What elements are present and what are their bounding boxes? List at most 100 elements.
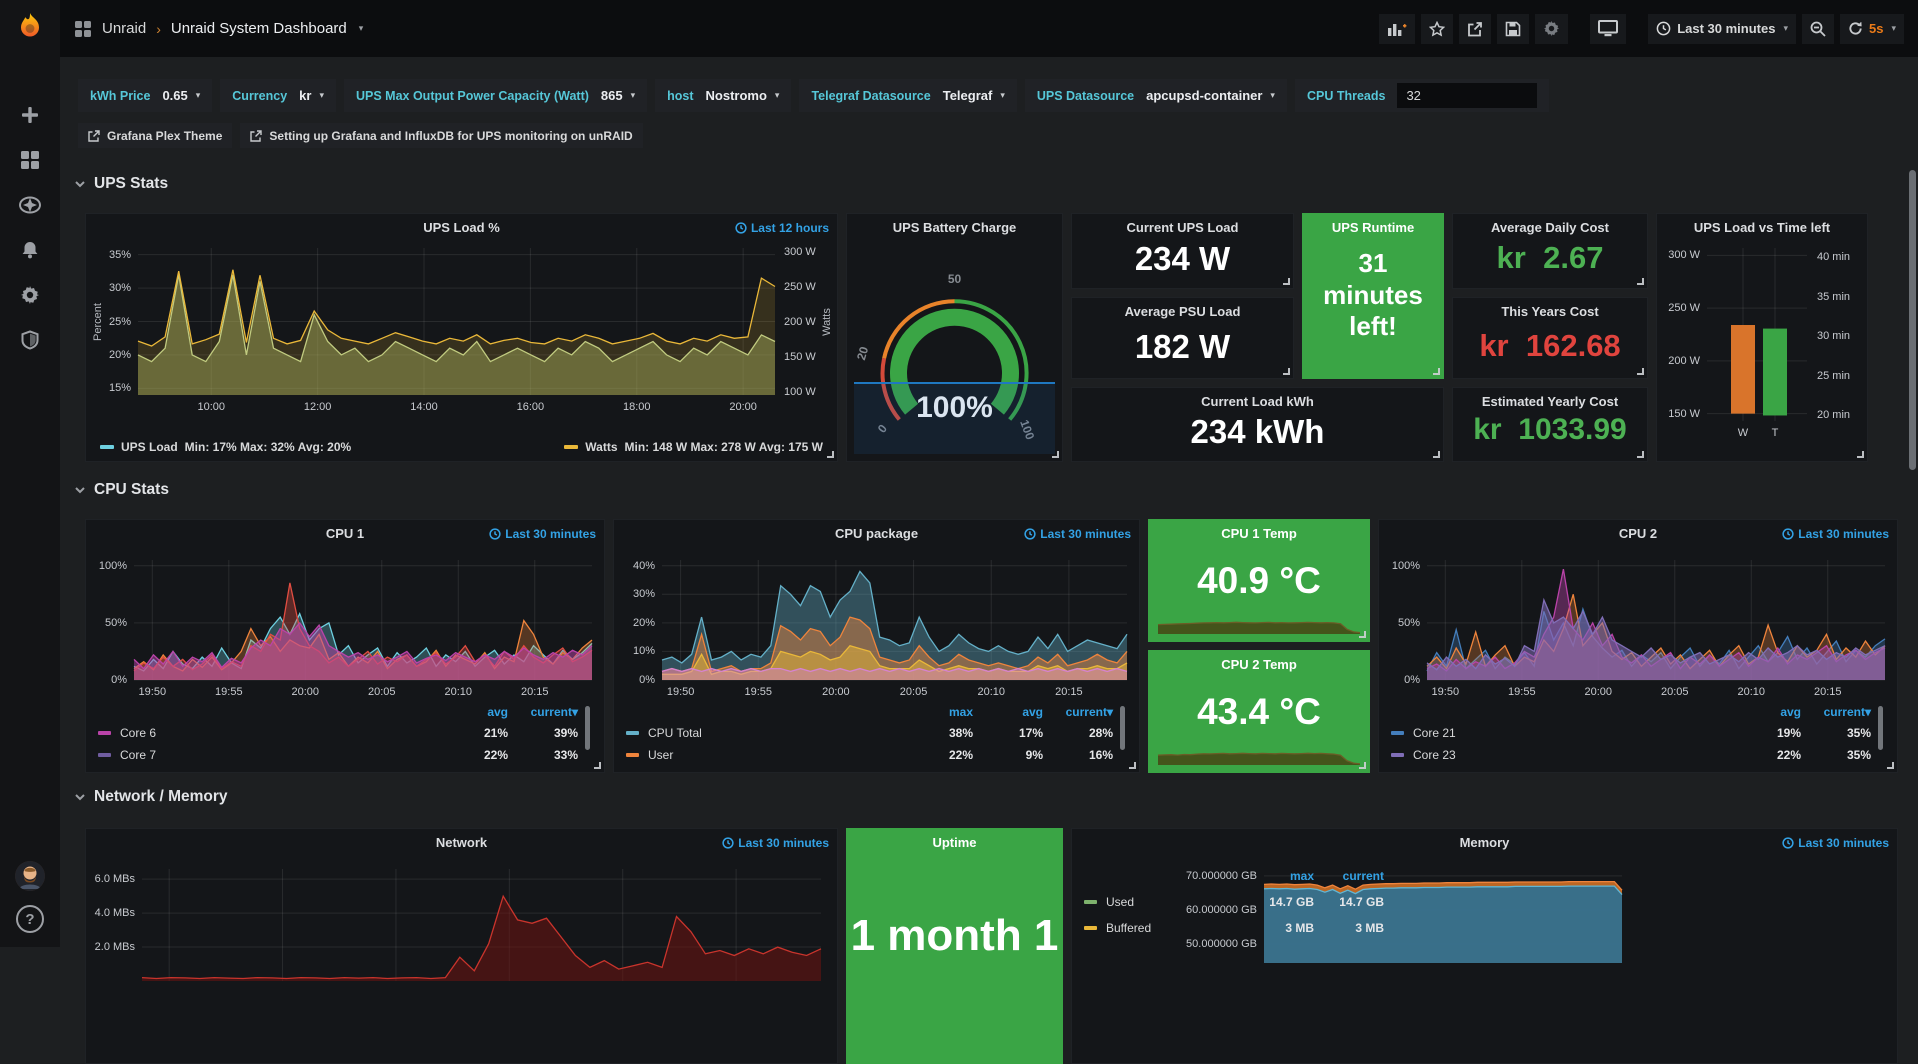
legend-sort-current[interactable]: current▾ bbox=[508, 705, 578, 719]
panel-resize-handle[interactable] bbox=[827, 451, 834, 458]
legend-row[interactable]: Buffered3 MB3 MB bbox=[1084, 915, 1384, 941]
add-panel-button[interactable] bbox=[1379, 14, 1415, 44]
panel-resize-handle[interactable] bbox=[594, 762, 601, 769]
panel-resize-handle[interactable] bbox=[1359, 762, 1366, 769]
variable-kwh-price[interactable]: kWh Price0.65▾ bbox=[78, 79, 212, 112]
legend-sort-max[interactable]: max bbox=[903, 705, 973, 719]
legend-row[interactable]: Used14.7 GB14.7 GB bbox=[1084, 889, 1384, 915]
legend-row[interactable]: User22%9%16% bbox=[626, 744, 1125, 766]
panel-time-range[interactable]: Last 30 minutes bbox=[1782, 527, 1889, 541]
grafana-logo-icon[interactable] bbox=[10, 8, 50, 48]
panel-time-range[interactable]: Last 30 minutes bbox=[722, 836, 829, 850]
panel-title[interactable]: Uptime bbox=[847, 835, 1062, 850]
time-range-picker[interactable]: Last 30 minutes ▾ bbox=[1648, 14, 1796, 44]
variable-cpu-threads[interactable]: CPU Threads32 bbox=[1295, 79, 1550, 112]
section-network-memory[interactable]: Network / Memory bbox=[74, 788, 228, 806]
legend-series-value: 22% bbox=[438, 748, 508, 762]
legend-scrollbar[interactable] bbox=[1120, 706, 1125, 750]
legend-row[interactable]: CPU Total38%17%28% bbox=[626, 722, 1125, 744]
panel-resize-handle[interactable] bbox=[1129, 762, 1136, 769]
panel-title[interactable]: UPS Battery Charge bbox=[847, 220, 1062, 235]
legend-row[interactable]: Core 2119%35% bbox=[1391, 722, 1883, 744]
panel-resize-handle[interactable] bbox=[1283, 278, 1290, 285]
legend-row[interactable]: Core 621%39% bbox=[98, 722, 590, 744]
variable-input[interactable]: 32 bbox=[1397, 83, 1537, 108]
dashboard-title-caret-icon[interactable]: ▾ bbox=[359, 23, 364, 34]
legend-scrollbar[interactable] bbox=[585, 706, 590, 750]
panel-title[interactable]: Current Load kWh bbox=[1072, 394, 1443, 409]
panel-resize-handle[interactable] bbox=[1052, 451, 1059, 458]
panel-time-range[interactable]: Last 30 minutes bbox=[1024, 527, 1131, 541]
settings-gear-button[interactable] bbox=[1535, 14, 1568, 44]
variable-value[interactable]: Nostromo bbox=[706, 88, 767, 103]
panel-resize-handle[interactable] bbox=[1637, 368, 1644, 375]
dashboard-link[interactable]: Grafana Plex Theme bbox=[78, 123, 232, 148]
panel-title[interactable]: UPS Load vs Time left bbox=[1657, 220, 1867, 235]
legend-sort-current[interactable]: current bbox=[1314, 869, 1384, 883]
legend-row[interactable]: Core 2322%35% bbox=[1391, 744, 1883, 766]
panel-title[interactable]: Average PSU Load bbox=[1072, 304, 1293, 319]
admin-shield-icon[interactable] bbox=[17, 327, 43, 353]
section-cpu-stats[interactable]: CPU Stats bbox=[74, 481, 169, 499]
variable-value[interactable]: 865 bbox=[601, 88, 623, 103]
star-button[interactable] bbox=[1421, 14, 1453, 44]
variable-value[interactable]: Telegraf bbox=[943, 88, 993, 103]
explore-compass-icon[interactable] bbox=[17, 192, 43, 218]
panel-time-range[interactable]: Last 30 minutes bbox=[489, 527, 596, 541]
dashboards-icon[interactable] bbox=[17, 147, 43, 173]
legend-sort-avg[interactable]: avg bbox=[973, 705, 1043, 719]
section-ups-stats[interactable]: UPS Stats bbox=[74, 175, 168, 193]
dashboard-link[interactable]: Setting up Grafana and InfluxDB for UPS … bbox=[240, 123, 642, 148]
page-scrollbar[interactable] bbox=[1909, 170, 1916, 470]
legend-sort-current[interactable]: current▾ bbox=[1043, 705, 1113, 719]
panel-title[interactable]: UPS Load % bbox=[86, 220, 837, 235]
panel-resize-handle[interactable] bbox=[1637, 278, 1644, 285]
variable-telegraf-datasource[interactable]: Telegraf DatasourceTelegraf▾ bbox=[799, 79, 1016, 112]
panel-resize-handle[interactable] bbox=[1433, 368, 1440, 375]
legend-sort-avg[interactable]: avg bbox=[438, 705, 508, 719]
panel-title[interactable]: CPU 2 Temp bbox=[1149, 657, 1369, 672]
kiosk-monitor-button[interactable] bbox=[1590, 14, 1626, 44]
legend-entry[interactable]: UPS LoadMin: 17% Max: 32% Avg: 20% bbox=[100, 440, 351, 454]
share-button[interactable] bbox=[1459, 14, 1491, 44]
panel-title[interactable]: CPU 1 Temp bbox=[1149, 526, 1369, 541]
panel-title[interactable]: This Years Cost bbox=[1453, 304, 1647, 319]
panel-title[interactable]: Estimated Yearly Cost bbox=[1453, 394, 1647, 409]
variable-currency[interactable]: Currencykr▾ bbox=[220, 79, 336, 112]
legend-entry[interactable]: WattsMin: 148 W Max: 278 W Avg: 175 W bbox=[564, 440, 823, 454]
panel-title[interactable]: Memory bbox=[1072, 835, 1897, 850]
variable-ups-datasource[interactable]: UPS Datasourceapcupsd-container▾ bbox=[1025, 79, 1287, 112]
variable-host[interactable]: hostNostromo▾ bbox=[655, 79, 791, 112]
panel-time-range[interactable]: Last 12 hours bbox=[735, 221, 829, 235]
save-button[interactable] bbox=[1497, 14, 1529, 44]
panel-resize-handle[interactable] bbox=[1283, 368, 1290, 375]
variable-ups-max-output-power-capacity-watt-[interactable]: UPS Max Output Power Capacity (Watt)865▾ bbox=[344, 79, 647, 112]
panel-resize-handle[interactable] bbox=[1887, 762, 1894, 769]
legend-sort-avg[interactable]: avg bbox=[1731, 705, 1801, 719]
panel-resize-handle[interactable] bbox=[1433, 451, 1440, 458]
panel-title[interactable]: Average Daily Cost bbox=[1453, 220, 1647, 235]
panel-resize-handle[interactable] bbox=[1857, 451, 1864, 458]
panel-title[interactable]: Current UPS Load bbox=[1072, 220, 1293, 235]
panel-title[interactable]: UPS Runtime bbox=[1303, 220, 1443, 235]
alerting-bell-icon[interactable] bbox=[17, 237, 43, 263]
help-icon[interactable]: ? bbox=[16, 905, 44, 933]
zoom-out-button[interactable] bbox=[1802, 14, 1834, 44]
variable-value[interactable]: kr bbox=[299, 88, 311, 103]
breadcrumb-app[interactable]: Unraid bbox=[102, 20, 146, 37]
variable-value[interactable]: apcupsd-container bbox=[1146, 88, 1262, 103]
legend-sort-max[interactable]: max bbox=[1244, 869, 1314, 883]
panel-resize-handle[interactable] bbox=[1359, 631, 1366, 638]
panel-time-range[interactable]: Last 30 minutes bbox=[1782, 836, 1889, 850]
variable-value[interactable]: 0.65 bbox=[162, 88, 187, 103]
panel-resize-handle[interactable] bbox=[1637, 451, 1644, 458]
legend-row[interactable]: Core 722%33% bbox=[98, 744, 590, 766]
configuration-gear-icon[interactable] bbox=[17, 282, 43, 308]
dashboard-title[interactable]: Unraid System Dashboard bbox=[171, 20, 347, 37]
create-plus-icon[interactable] bbox=[17, 102, 43, 128]
user-avatar[interactable] bbox=[15, 861, 45, 891]
refresh-controls[interactable]: 5s ▾ bbox=[1840, 14, 1904, 44]
legend-scrollbar[interactable] bbox=[1878, 706, 1883, 750]
legend-sort-current[interactable]: current▾ bbox=[1801, 705, 1871, 719]
refresh-interval-label: 5s bbox=[1869, 21, 1883, 36]
